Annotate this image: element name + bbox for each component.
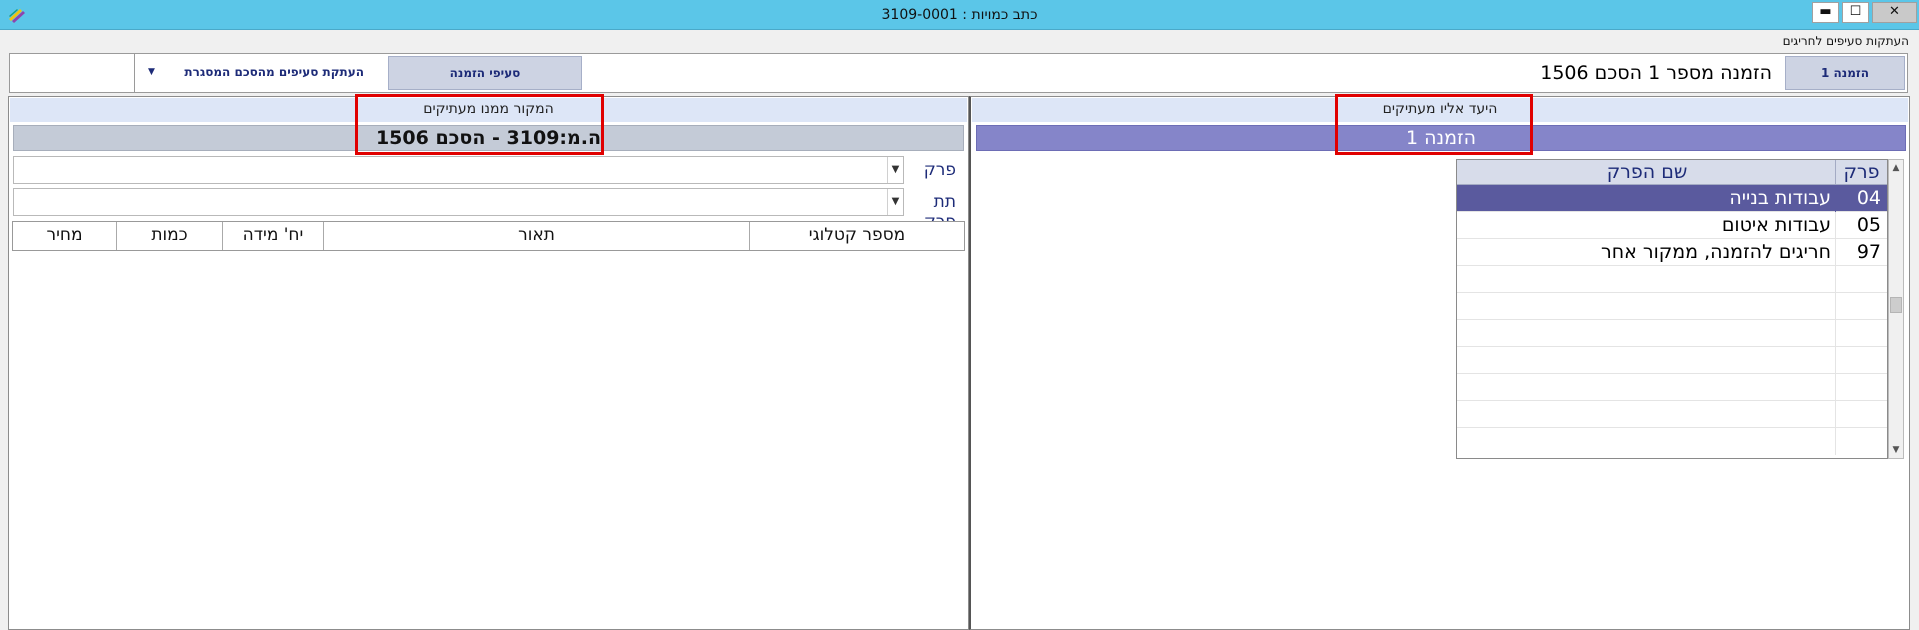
subchapter-select[interactable]: ▼	[13, 188, 904, 216]
column-price[interactable]: מחיר	[13, 222, 116, 250]
window-titlebar: כתב כמויות : 3109-0001 ▬ ☐ ✕	[0, 0, 1919, 30]
menu-item-copy-to-exceptions[interactable]: העתקות סעיפים לחריגים	[1783, 34, 1909, 48]
chapters-table-header: פרק שם הפרק	[1457, 160, 1887, 185]
chapter-label: פרק	[923, 160, 956, 180]
empty-row	[1457, 428, 1887, 455]
chapter-number: 04	[1835, 185, 1887, 212]
tab-order[interactable]: הזמנה 1	[1785, 56, 1905, 90]
source-panel: המקור ממנו מעתיקים ה.מ:3109 - הסכם 1506 …	[8, 94, 969, 630]
maximize-button[interactable]: ☐	[1842, 2, 1869, 23]
chapters-scrollbar[interactable]: ▲ ▼	[1888, 159, 1904, 459]
toolbar: הזמנה 1 הזמנה מספר 1 הסכם 1506 סעיפי הזמ…	[9, 53, 1908, 93]
copy-button-label: העתקת סעיפים מהסכם המסגרת	[184, 65, 364, 79]
chapter-select[interactable]: ▼	[13, 156, 904, 184]
scroll-down-icon[interactable]: ▼	[1889, 442, 1903, 458]
items-grid-header: מספר קטלוגי תאור יח' מידה כמות מחיר	[12, 221, 965, 251]
column-unit[interactable]: יח' מידה	[222, 222, 323, 250]
chapter-name: חריגים להזמנה, ממקור אחר	[1601, 241, 1831, 263]
table-row[interactable]: 97 חריגים להזמנה, ממקור אחר	[1457, 239, 1887, 266]
empty-row	[1457, 374, 1887, 401]
chapter-number: 05	[1835, 212, 1887, 239]
chapter-name: עבודות איטום	[1721, 214, 1831, 236]
scroll-thumb[interactable]	[1890, 297, 1902, 313]
empty-row	[1457, 293, 1887, 320]
chapter-filter-row: ▼ פרק	[13, 155, 960, 185]
column-catalog-number[interactable]: מספר קטלוגי	[749, 222, 964, 250]
chevron-down-icon[interactable]: ▼	[887, 157, 903, 183]
empty-row	[1457, 347, 1887, 374]
empty-row	[1457, 320, 1887, 347]
chevron-down-icon[interactable]: ▼	[887, 189, 903, 215]
close-button[interactable]: ✕	[1872, 2, 1917, 23]
empty-row	[1457, 401, 1887, 428]
source-highlight-box	[355, 94, 604, 155]
tab-order-items[interactable]: סעיפי הזמנה	[388, 56, 582, 90]
copy-from-frame-agreement-button[interactable]: ▼ העתקת סעיפים מהסכם המסגרת	[136, 56, 376, 90]
window-title: כתב כמויות : 3109-0001	[881, 7, 1038, 23]
toolbar-divider	[134, 54, 135, 92]
destination-panel: היעד אליו מעתיקים הזמנה 1 פרק שם הפרק 04…	[969, 94, 1910, 630]
table-row[interactable]: 04 עבודות בנייה	[1457, 185, 1887, 212]
empty-row	[1457, 266, 1887, 293]
column-quantity[interactable]: כמות	[116, 222, 222, 250]
menu-strip: העתקות סעיפים לחריגים	[0, 30, 1919, 52]
minimize-button[interactable]: ▬	[1812, 2, 1839, 23]
destination-highlight-box	[1335, 94, 1533, 155]
chevron-down-icon: ▼	[148, 67, 155, 77]
chapter-name: עבודות בנייה	[1729, 187, 1831, 209]
scroll-up-icon[interactable]: ▲	[1889, 160, 1903, 176]
column-description[interactable]: תאור	[323, 222, 749, 250]
table-row[interactable]: 05 עבודות איטום	[1457, 212, 1887, 239]
column-chapter[interactable]: פרק	[1835, 160, 1887, 185]
column-chapter-name[interactable]: שם הפרק	[1459, 160, 1835, 185]
order-description: הזמנה מספר 1 הסכם 1506	[1540, 62, 1772, 84]
chapter-number: 97	[1835, 239, 1887, 266]
subchapter-filter-row: ▼ תת פרק	[13, 187, 960, 232]
chapters-table: פרק שם הפרק 04 עבודות בנייה 05 עבודות אי…	[1456, 159, 1888, 459]
